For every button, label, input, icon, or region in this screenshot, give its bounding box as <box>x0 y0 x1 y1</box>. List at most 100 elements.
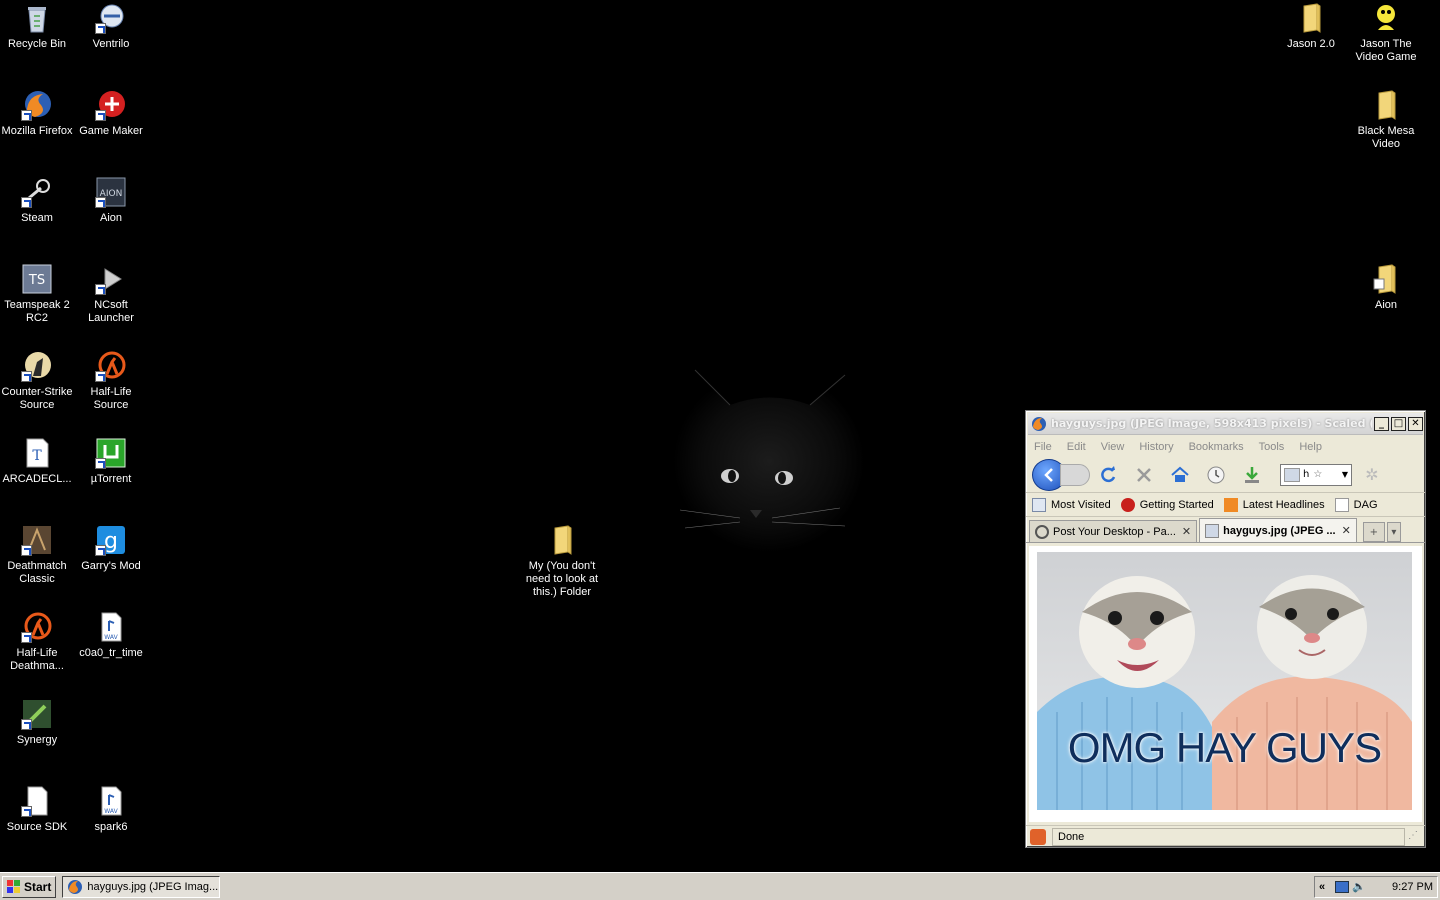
tab-label: hayguys.jpg (JPEG ... <box>1223 524 1336 537</box>
desktop-icon-label: NCsoft Launcher <box>88 299 134 324</box>
status-bar: Done ⋰ <box>1026 825 1425 847</box>
half-life-icon <box>21 611 53 643</box>
close-tab-icon[interactable]: ✕ <box>1182 525 1191 538</box>
garrys-mod-icon: g <box>95 524 127 556</box>
desktop-icon-ncsoft[interactable]: NCsoft Launcher <box>74 263 148 325</box>
desktop-icon-steam[interactable]: Steam <box>0 176 74 225</box>
desktop-icon-label: Half-Life Source <box>90 386 132 411</box>
desktop-icon-recycle-bin[interactable]: Recycle Bin <box>0 2 74 51</box>
teamspeak-icon: TS <box>21 263 53 295</box>
network-icon[interactable] <box>1335 880 1350 893</box>
status-icon <box>1030 828 1046 845</box>
forward-button[interactable] <box>1060 463 1090 486</box>
bookmark-label: Latest Headlines <box>1242 498 1325 511</box>
image-caption: OMG HAY GUYS <box>1067 724 1382 771</box>
star-icon[interactable]: ☆ <box>1313 469 1322 480</box>
desktop-icon-arcadecl[interactable]: T ARCADECL... <box>0 437 74 486</box>
window-title: hayguys.jpg (JPEG Image, 598x413 pixels)… <box>1051 417 1372 430</box>
desktop-icon-black-mesa-video[interactable]: Black Mesa Video <box>1349 89 1423 151</box>
stop-button[interactable] <box>1130 461 1158 489</box>
stop-icon <box>1137 467 1151 482</box>
ventrilo-icon <box>95 2 127 34</box>
title-bar[interactable]: hayguys.jpg (JPEG Image, 598x413 pixels)… <box>1028 413 1423 435</box>
maximize-button[interactable]: □ <box>1391 416 1406 431</box>
menu-view[interactable]: View <box>1101 441 1125 453</box>
downloads-button[interactable] <box>1238 461 1266 489</box>
desktop-icon-label: Game Maker <box>79 125 143 137</box>
svg-text:TS: TS <box>28 273 45 288</box>
system-tray: « 🔈 9:27 PM <box>1314 875 1438 898</box>
bookmark-dag[interactable]: DAG <box>1334 497 1378 512</box>
desktop-icon-aion[interactable]: AION Aion <box>74 176 148 225</box>
minimize-button[interactable]: _ <box>1374 416 1389 431</box>
menu-history[interactable]: History <box>1139 441 1173 453</box>
tab-list-button[interactable]: ▾ <box>1386 522 1401 542</box>
new-tab-button[interactable]: + <box>1362 522 1385 542</box>
desktop-icon-aion-folder[interactable]: Aion <box>1349 263 1423 312</box>
font-file-icon: T <box>21 437 53 469</box>
firefox-icon <box>1032 416 1046 431</box>
bookmark-label: Most Visited <box>1051 498 1111 511</box>
bookmark-label: DAG <box>1353 498 1378 511</box>
history-button[interactable] <box>1202 461 1230 489</box>
desktop-icon-label: Mozilla Firefox <box>1 125 73 137</box>
desktop-icon-source-sdk[interactable]: Source SDK <box>0 785 74 834</box>
desktop-icon-utorrent[interactable]: µTorrent <box>74 437 148 486</box>
bookmark-getting-started[interactable]: Getting Started <box>1120 497 1214 512</box>
desktop-icon-label: Recycle Bin <box>7 38 67 50</box>
tab-hayguys[interactable]: hayguys.jpg (JPEG ... ✕ <box>1199 518 1357 542</box>
svg-text:WAV: WAV <box>104 808 118 815</box>
menu-file[interactable]: File <box>1034 441 1052 453</box>
close-tab-icon[interactable]: ✕ <box>1342 524 1351 537</box>
menu-bookmarks[interactable]: Bookmarks <box>1189 441 1244 453</box>
close-button[interactable]: ✕ <box>1408 416 1423 431</box>
desktop-icon-counter-strike[interactable]: Counter-Strike Source <box>0 350 74 412</box>
desktop-icon-ventrilo[interactable]: Ventrilo <box>74 2 148 51</box>
volume-icon[interactable]: 🔈 <box>1352 880 1366 893</box>
desktop-icon-jason-2[interactable]: Jason 2.0 <box>1274 2 1348 51</box>
desktop-icon-my-folder[interactable]: My (You don't need to look at this.) Fol… <box>522 524 602 599</box>
url-text: h <box>1303 469 1310 480</box>
desktop-icon-firefox[interactable]: Mozilla Firefox <box>0 89 74 138</box>
download-icon <box>1245 466 1259 483</box>
desktop-icon-c0a0-tr-time[interactable]: WAV c0a0_tr_time <box>74 611 148 660</box>
desktop-icon-game-maker[interactable]: Game Maker <box>74 89 148 138</box>
start-button[interactable]: Start <box>2 875 57 898</box>
svg-text:T: T <box>32 448 42 464</box>
desktop-icon-garrys-mod[interactable]: g Garry's Mod <box>74 524 148 573</box>
desktop-icon-teamspeak[interactable]: TS Teamspeak 2 RC2 <box>0 263 74 325</box>
taskbar-button-firefox[interactable]: hayguys.jpg (JPEG Imag... <box>62 875 221 898</box>
tray-expand-button[interactable]: « <box>1319 881 1325 893</box>
desktop-icon-half-life-source[interactable]: Half-Life Source <box>74 350 148 412</box>
menu-bar: File Edit View History Bookmarks Tools H… <box>1026 437 1425 457</box>
desktop: Recycle Bin Ventrilo Mozilla Firefox Gam… <box>0 0 1440 872</box>
bookmark-most-visited[interactable]: Most Visited <box>1032 497 1111 512</box>
bookmark-latest-headlines[interactable]: Latest Headlines <box>1223 497 1325 512</box>
reload-button[interactable] <box>1094 461 1122 489</box>
dropdown-arrow-icon[interactable]: ▼ <box>1342 470 1348 479</box>
reload-icon <box>1101 465 1116 482</box>
firefox-red-icon <box>1120 497 1135 512</box>
desktop-icon-deathmatch-classic[interactable]: Deathmatch Classic <box>0 524 74 586</box>
desktop-icon-spark6[interactable]: WAV spark6 <box>74 785 148 834</box>
clock-icon <box>1207 466 1225 483</box>
firefox-icon <box>68 879 83 894</box>
game-maker-icon <box>95 89 127 121</box>
desktop-icon-label: Deathmatch Classic <box>7 560 67 585</box>
desktop-icon-synergy[interactable]: Synergy <box>0 698 74 747</box>
desktop-icon-label: Jason 2.0 <box>1287 38 1335 50</box>
url-bar[interactable]: h ☆ ▼ <box>1280 463 1352 486</box>
desktop-icon-half-life-deathmatch[interactable]: Half-Life Deathma... <box>0 611 74 673</box>
resize-grip-icon[interactable]: ⋰ <box>1408 830 1422 844</box>
desktop-icon-label: Steam <box>21 212 53 224</box>
clock[interactable]: 9:27 PM <box>1392 881 1433 893</box>
home-button[interactable] <box>1166 461 1194 489</box>
tab-post-your-desktop[interactable]: Post Your Desktop - Pa... ✕ <box>1029 520 1198 542</box>
desktop-icon-jason-video-game[interactable]: Jason The Video Game <box>1349 2 1423 64</box>
rss-icon <box>1223 497 1238 512</box>
tab-strip: Post Your Desktop - Pa... ✕ hayguys.jpg … <box>1026 517 1425 543</box>
menu-help[interactable]: Help <box>1299 441 1322 453</box>
menu-edit[interactable]: Edit <box>1067 441 1086 453</box>
menu-tools[interactable]: Tools <box>1259 441 1285 453</box>
start-label: Start <box>24 879 52 894</box>
